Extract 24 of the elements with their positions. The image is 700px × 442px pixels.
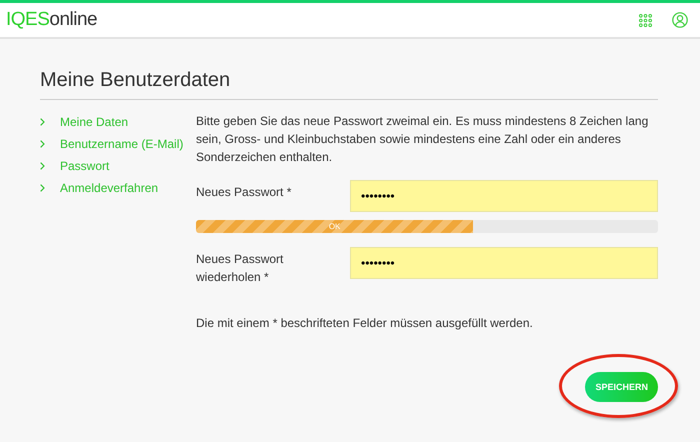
- sidebar-link[interactable]: Benutzername (E-Mail): [40, 135, 196, 153]
- strength-label: OK: [328, 222, 340, 231]
- sidebar-link[interactable]: Meine Daten: [40, 113, 196, 131]
- apps-grid-icon[interactable]: [639, 14, 652, 26]
- sidebar-link[interactable]: Anmeldeverfahren: [40, 179, 196, 197]
- chevron-right-icon: [40, 140, 45, 148]
- chevron-right-icon: [40, 162, 45, 170]
- page-title: Meine Benutzerdaten: [40, 69, 658, 100]
- instructions-text: Bitte geben Sie das neue Passwort zweimal ein. Es muss mindestens 8 Zeichen lang sein, Gross- und Kleinbuchstaben sowie mindestens eine Zahl oder ein anderes Sonderzeichen enthalten.: [196, 113, 650, 166]
- password-field[interactable]: ••••••••: [350, 180, 658, 212]
- user-icon[interactable]: [672, 12, 688, 28]
- sidebar-link-text: Benutzername (E-Mail): [60, 136, 184, 153]
- save-button[interactable]: SPEICHERN: [585, 372, 658, 402]
- field-label: Neues Passwort *: [196, 184, 292, 201]
- password-field[interactable]: ••••••••: [350, 247, 658, 279]
- sidebar-link[interactable]: Passwort: [40, 157, 196, 175]
- chevron-right-icon: [40, 118, 45, 126]
- chevron-right-icon: [40, 184, 45, 192]
- field-label: Neues Passwort wiederholen *: [196, 251, 284, 286]
- logo[interactable]: IQESonline: [6, 9, 98, 31]
- sidebar-link-text: Meine Daten: [60, 114, 128, 131]
- required-note: Die mit einem * beschrifteten Felder müssen ausgefüllt werden.: [196, 316, 534, 330]
- sidebar-link-text: Anmeldeverfahren: [60, 180, 158, 197]
- sidebar-link-text: Passwort: [60, 158, 110, 175]
